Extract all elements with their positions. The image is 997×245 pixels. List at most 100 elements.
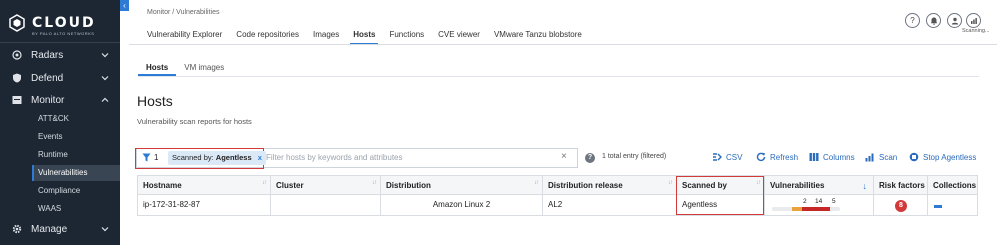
sidebar: CLOUD BY PALO ALTO NETWORKS Radars Defen… <box>0 0 120 245</box>
vuln-bar-critical-segment <box>792 207 802 211</box>
tab-vulnerability-explorer[interactable]: Vulnerability Explorer <box>140 26 229 44</box>
sort-icon[interactable]: ↓↑ <box>534 180 539 186</box>
sort-icon[interactable]: ↓↑ <box>668 180 673 186</box>
chevron-down-icon <box>101 227 109 232</box>
sort-descending-icon[interactable]: ↓ <box>863 177 868 196</box>
notifications-icon[interactable] <box>926 13 941 28</box>
filter-count: 1 <box>154 153 159 162</box>
columns-button[interactable]: Columns <box>809 152 855 162</box>
sidebar-subitem-runtime[interactable]: Runtime <box>32 147 120 163</box>
page-description: Vulnerability scan reports for hosts <box>137 117 252 126</box>
tab-functions[interactable]: Functions <box>382 26 431 44</box>
risk-factors-badge[interactable]: 8 <box>895 200 907 212</box>
stop-agentless-label: Stop Agentless <box>923 152 977 162</box>
refresh-icon <box>756 152 766 162</box>
table-row[interactable]: ip-172-31-82-87 Amazon Linux 2 AL2 Agent… <box>138 195 977 215</box>
tab-vmware-tanzu-blobstore[interactable]: VMware Tanzu blobstore <box>487 26 589 44</box>
collection-swatch <box>934 205 942 208</box>
high-count: 14 <box>815 198 823 205</box>
column-header-cluster[interactable]: Cluster ↓↑ <box>271 176 381 194</box>
logo-text: CLOUD <box>32 15 96 31</box>
column-header-vulnerabilities[interactable]: Vulnerabilities ↓ <box>765 176 874 194</box>
vuln-bar-high-segment <box>802 207 830 211</box>
column-header-collections[interactable]: Collections <box>928 176 977 194</box>
scan-label: Scan <box>879 152 898 162</box>
filter-chip-scanned-by[interactable]: Scanned by: Agentless x <box>168 151 266 165</box>
scan-icon <box>865 153 874 162</box>
user-icon[interactable] <box>947 13 962 28</box>
critical-count: 2 <box>803 198 807 205</box>
filter-icon[interactable] <box>142 153 151 162</box>
scan-button[interactable]: Scan <box>865 152 897 162</box>
sidebar-subitem-compliance[interactable]: Compliance <box>32 183 120 199</box>
vuln-bar-remaining-segment <box>830 207 840 211</box>
sidebar-item-manage[interactable]: Manage <box>0 218 120 240</box>
sidebar-subitem-waas[interactable]: WAAS <box>32 201 120 217</box>
columns-icon <box>809 153 819 161</box>
monitor-icon <box>12 95 22 105</box>
sidebar-subitem-attack[interactable]: ATT&CK <box>32 111 120 127</box>
tab-cve-viewer[interactable]: CVE viewer <box>431 26 487 44</box>
column-header-risk-factors[interactable]: Risk factors <box>874 176 928 194</box>
sidebar-item-radars[interactable]: Radars <box>0 44 120 66</box>
scan-status-icon[interactable] <box>966 13 981 28</box>
tab-hosts[interactable]: Hosts <box>346 26 382 45</box>
tab-code-repositories[interactable]: Code repositories <box>229 26 306 44</box>
sidebar-item-label: Defend <box>31 72 64 84</box>
chip-remove-icon[interactable]: x <box>258 153 262 162</box>
scanned-by-highlight-box <box>676 176 764 215</box>
vulnerability-bar[interactable] <box>772 207 840 211</box>
stop-agentless-button[interactable]: Stop Agentless <box>909 152 976 162</box>
cloud-logo-icon <box>9 14 25 32</box>
sidebar-item-defend[interactable]: Defend <box>0 67 120 89</box>
column-header-label: Risk factors <box>879 181 925 190</box>
column-header-distribution-release[interactable]: Distribution release ↓↑ <box>543 176 677 194</box>
column-header-label: Hostname <box>143 181 182 190</box>
radar-icon <box>12 50 22 60</box>
cell-hostname[interactable]: ip-172-31-82-87 <box>138 195 271 215</box>
csv-button[interactable]: CSV <box>712 152 742 162</box>
sidebar-subitem-vulnerabilities[interactable]: Vulnerabilities <box>32 165 120 181</box>
sidebar-item-monitor[interactable]: Monitor <box>0 89 120 111</box>
filter-chip-value: Agentless <box>215 153 252 162</box>
top-tabs: Vulnerability Explorer Code repositories… <box>140 26 589 45</box>
breadcrumb: Monitor / Vulnerabilities <box>147 9 220 16</box>
medium-count: 5 <box>832 198 836 205</box>
stop-icon <box>909 152 919 162</box>
help-icon[interactable]: ? <box>905 13 920 28</box>
sidebar-item-label: Monitor <box>31 94 65 106</box>
cell-distribution: Amazon Linux 2 <box>381 195 543 215</box>
sidebar-divider <box>0 42 120 43</box>
logo-subtitle: BY PALO ALTO NETWORKS <box>32 31 95 36</box>
column-header-label: Cluster <box>276 181 304 190</box>
csv-label: CSV <box>726 152 743 162</box>
refresh-label: Refresh <box>770 152 799 162</box>
table-header-row: Hostname ↓↑ Cluster ↓↑ Distribution ↓↑ D… <box>138 176 977 195</box>
sidebar-collapse-button[interactable]: ‹ <box>120 0 129 11</box>
columns-label: Columns <box>823 152 855 162</box>
refresh-button[interactable]: Refresh <box>756 152 798 162</box>
chevron-down-icon <box>101 53 109 58</box>
sort-icon[interactable]: ↓↑ <box>372 180 377 186</box>
column-header-distribution[interactable]: Distribution ↓↑ <box>381 176 543 194</box>
gear-icon <box>12 224 22 234</box>
page-title: Hosts <box>137 93 173 109</box>
hosts-table: Hostname ↓↑ Cluster ↓↑ Distribution ↓↑ D… <box>137 175 978 216</box>
total-entries: 1 total entry (filtered) <box>602 153 667 160</box>
sidebar-item-label: Radars <box>31 49 64 61</box>
sort-icon[interactable]: ↓↑ <box>262 180 267 186</box>
column-header-hostname[interactable]: Hostname ↓↑ <box>138 176 271 194</box>
column-header-label: Vulnerabilities <box>770 181 825 190</box>
csv-icon <box>713 153 722 161</box>
scanning-status: Scanning... <box>962 28 990 34</box>
clear-filter-icon[interactable]: × <box>561 151 567 162</box>
search-input[interactable]: Filter hosts by keywords and attributes <box>266 153 403 162</box>
cell-cluster <box>271 195 381 215</box>
subtabs-divider <box>138 76 979 77</box>
column-header-label: Collections <box>933 181 977 190</box>
filter-help-icon[interactable]: ? <box>585 153 595 163</box>
filter-chip-key: Scanned by: <box>172 153 214 162</box>
sidebar-subitem-events[interactable]: Events <box>32 129 120 145</box>
column-header-label: Distribution <box>386 181 431 190</box>
tab-images[interactable]: Images <box>306 26 346 44</box>
